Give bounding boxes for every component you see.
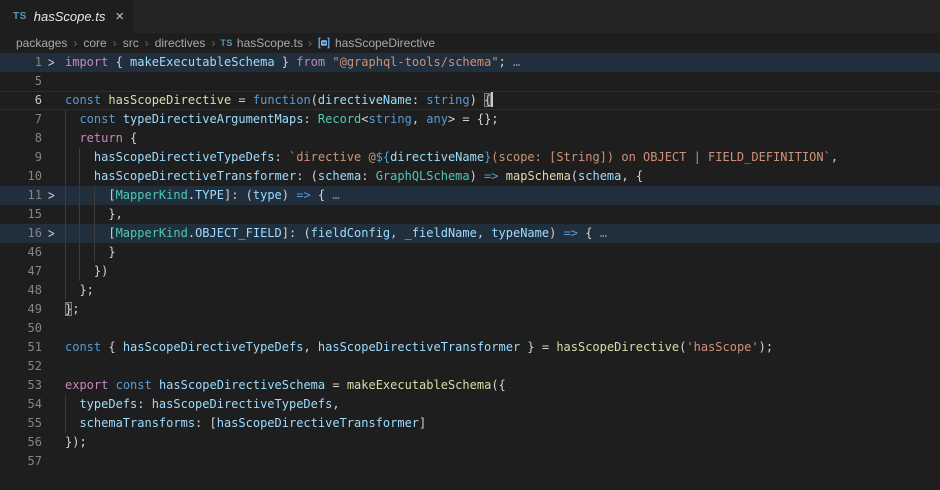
code-text: hasScopeDirectiveTransformer: (schema: G… xyxy=(65,167,643,186)
typescript-icon: TS xyxy=(13,11,27,22)
code-text: [MapperKind.TYPE]: (type) => { … xyxy=(65,186,340,205)
breadcrumb-symbol[interactable]: hasScopeDirective xyxy=(317,36,435,50)
code-text: schemaTransforms: [hasScopeDirectiveTran… xyxy=(65,414,426,433)
fold-chevron-icon[interactable]: > xyxy=(48,184,55,208)
fold-chevron-icon[interactable]: > xyxy=(48,51,55,75)
code-line-46[interactable]: 46 } xyxy=(0,243,940,262)
code-text: return { xyxy=(65,129,137,148)
breadcrumb-core[interactable]: core xyxy=(82,36,107,50)
line-number: 7 xyxy=(0,110,42,129)
code-line-55[interactable]: 55 schemaTransforms: [hasScopeDirectiveT… xyxy=(0,414,940,433)
chevron-right-icon: › xyxy=(303,36,317,50)
code-text: typeDefs: hasScopeDirectiveTypeDefs, xyxy=(65,395,340,414)
line-number: 8 xyxy=(0,129,42,148)
close-icon[interactable]: × xyxy=(115,9,124,24)
line-number: 1 xyxy=(0,53,42,72)
line-number: 51 xyxy=(0,338,42,357)
tab-bar: TS hasScope.ts × xyxy=(0,0,940,33)
line-number: 11 xyxy=(0,186,42,205)
tab-hasscope[interactable]: TS hasScope.ts × xyxy=(0,0,134,33)
code-text: }); xyxy=(65,433,87,452)
code-text: } xyxy=(65,243,116,262)
typescript-icon: TS xyxy=(220,38,233,48)
code-text: export const hasScopeDirectiveSchema = m… xyxy=(65,376,506,395)
code-text: import { makeExecutableSchema } from "@g… xyxy=(65,53,520,72)
chevron-right-icon: › xyxy=(68,36,82,50)
code-line-6[interactable]: 6 const hasScopeDirective = function(dire… xyxy=(0,91,940,110)
breadcrumb-packages[interactable]: packages xyxy=(15,36,68,50)
breadcrumb-file[interactable]: TS hasScope.ts xyxy=(220,36,303,50)
chevron-right-icon: › xyxy=(108,36,122,50)
code-line-10[interactable]: 10 hasScopeDirectiveTransformer: (schema… xyxy=(0,167,940,186)
line-number: 57 xyxy=(0,452,42,471)
line-number: 49 xyxy=(0,300,42,319)
code-line-48[interactable]: 48 }; xyxy=(0,281,940,300)
symbol-constant-icon xyxy=(317,36,331,50)
line-number: 9 xyxy=(0,148,42,167)
line-number: 6 xyxy=(0,91,42,110)
line-number: 16 xyxy=(0,224,42,243)
chevron-right-icon: › xyxy=(206,36,220,50)
code-text: }) xyxy=(65,262,108,281)
code-line-16[interactable]: 16 > [MapperKind.OBJECT_FIELD]: (fieldCon… xyxy=(0,224,940,243)
breadcrumb-src[interactable]: src xyxy=(122,36,140,50)
code-text: const { hasScopeDirectiveTypeDefs, hasSc… xyxy=(65,338,773,357)
code-text: }; xyxy=(65,300,79,319)
breadcrumb-symbol-label: hasScopeDirective xyxy=(335,36,435,50)
code-line-54[interactable]: 54 typeDefs: hasScopeDirectiveTypeDefs, xyxy=(0,395,940,414)
code-line-8[interactable]: 8 return { xyxy=(0,129,940,148)
line-number: 54 xyxy=(0,395,42,414)
code-editor[interactable]: 1 > import { makeExecutableSchema } from "… xyxy=(0,53,940,490)
code-text: const typeDirectiveArgumentMaps: Record<… xyxy=(65,110,499,129)
code-text: }, xyxy=(65,205,123,224)
line-number: 55 xyxy=(0,414,42,433)
code-line-51[interactable]: 51 const { hasScopeDirectiveTypeDefs, has… xyxy=(0,338,940,357)
breadcrumb: packages › core › src › directives › TS … xyxy=(0,33,940,53)
fold-chevron-icon[interactable]: > xyxy=(48,222,55,246)
code-line-53[interactable]: 53 export const hasScopeDirectiveSchema =… xyxy=(0,376,940,395)
breadcrumb-file-label: hasScope.ts xyxy=(237,36,303,50)
code-line-5[interactable]: 5 xyxy=(0,72,940,91)
code-line-7[interactable]: 7 const typeDirectiveArgumentMaps: Recor… xyxy=(0,110,940,129)
code-line-52[interactable]: 52 xyxy=(0,357,940,376)
line-number: 52 xyxy=(0,357,42,376)
code-line-1[interactable]: 1 > import { makeExecutableSchema } from "… xyxy=(0,53,940,72)
breadcrumb-directives[interactable]: directives xyxy=(154,36,207,50)
code-line-47[interactable]: 47 }) xyxy=(0,262,940,281)
code-line-9[interactable]: 9 hasScopeDirectiveTypeDefs: `directive … xyxy=(0,148,940,167)
line-number: 53 xyxy=(0,376,42,395)
code-line-11[interactable]: 11 > [MapperKind.TYPE]: (type) => { … xyxy=(0,186,940,205)
code-text: const hasScopeDirective = function(direc… xyxy=(65,91,493,110)
chevron-right-icon: › xyxy=(140,36,154,50)
text-cursor xyxy=(491,92,493,107)
code-text: }; xyxy=(65,281,94,300)
code-line-56[interactable]: 56}); xyxy=(0,433,940,452)
line-number: 46 xyxy=(0,243,42,262)
code-line-50[interactable]: 50 xyxy=(0,319,940,338)
code-line-49[interactable]: 49}; xyxy=(0,300,940,319)
code-text: [MapperKind.OBJECT_FIELD]: (fieldConfig,… xyxy=(65,224,607,243)
line-number: 50 xyxy=(0,319,42,338)
tab-title: hasScope.ts xyxy=(34,9,106,24)
code-text: hasScopeDirectiveTypeDefs: `directive @$… xyxy=(65,148,838,167)
line-number: 15 xyxy=(0,205,42,224)
code-line-57[interactable]: 57 xyxy=(0,452,940,471)
line-number: 48 xyxy=(0,281,42,300)
line-number: 5 xyxy=(0,72,42,91)
line-number: 10 xyxy=(0,167,42,186)
line-number: 47 xyxy=(0,262,42,281)
code-line-15[interactable]: 15 }, xyxy=(0,205,940,224)
line-number: 56 xyxy=(0,433,42,452)
